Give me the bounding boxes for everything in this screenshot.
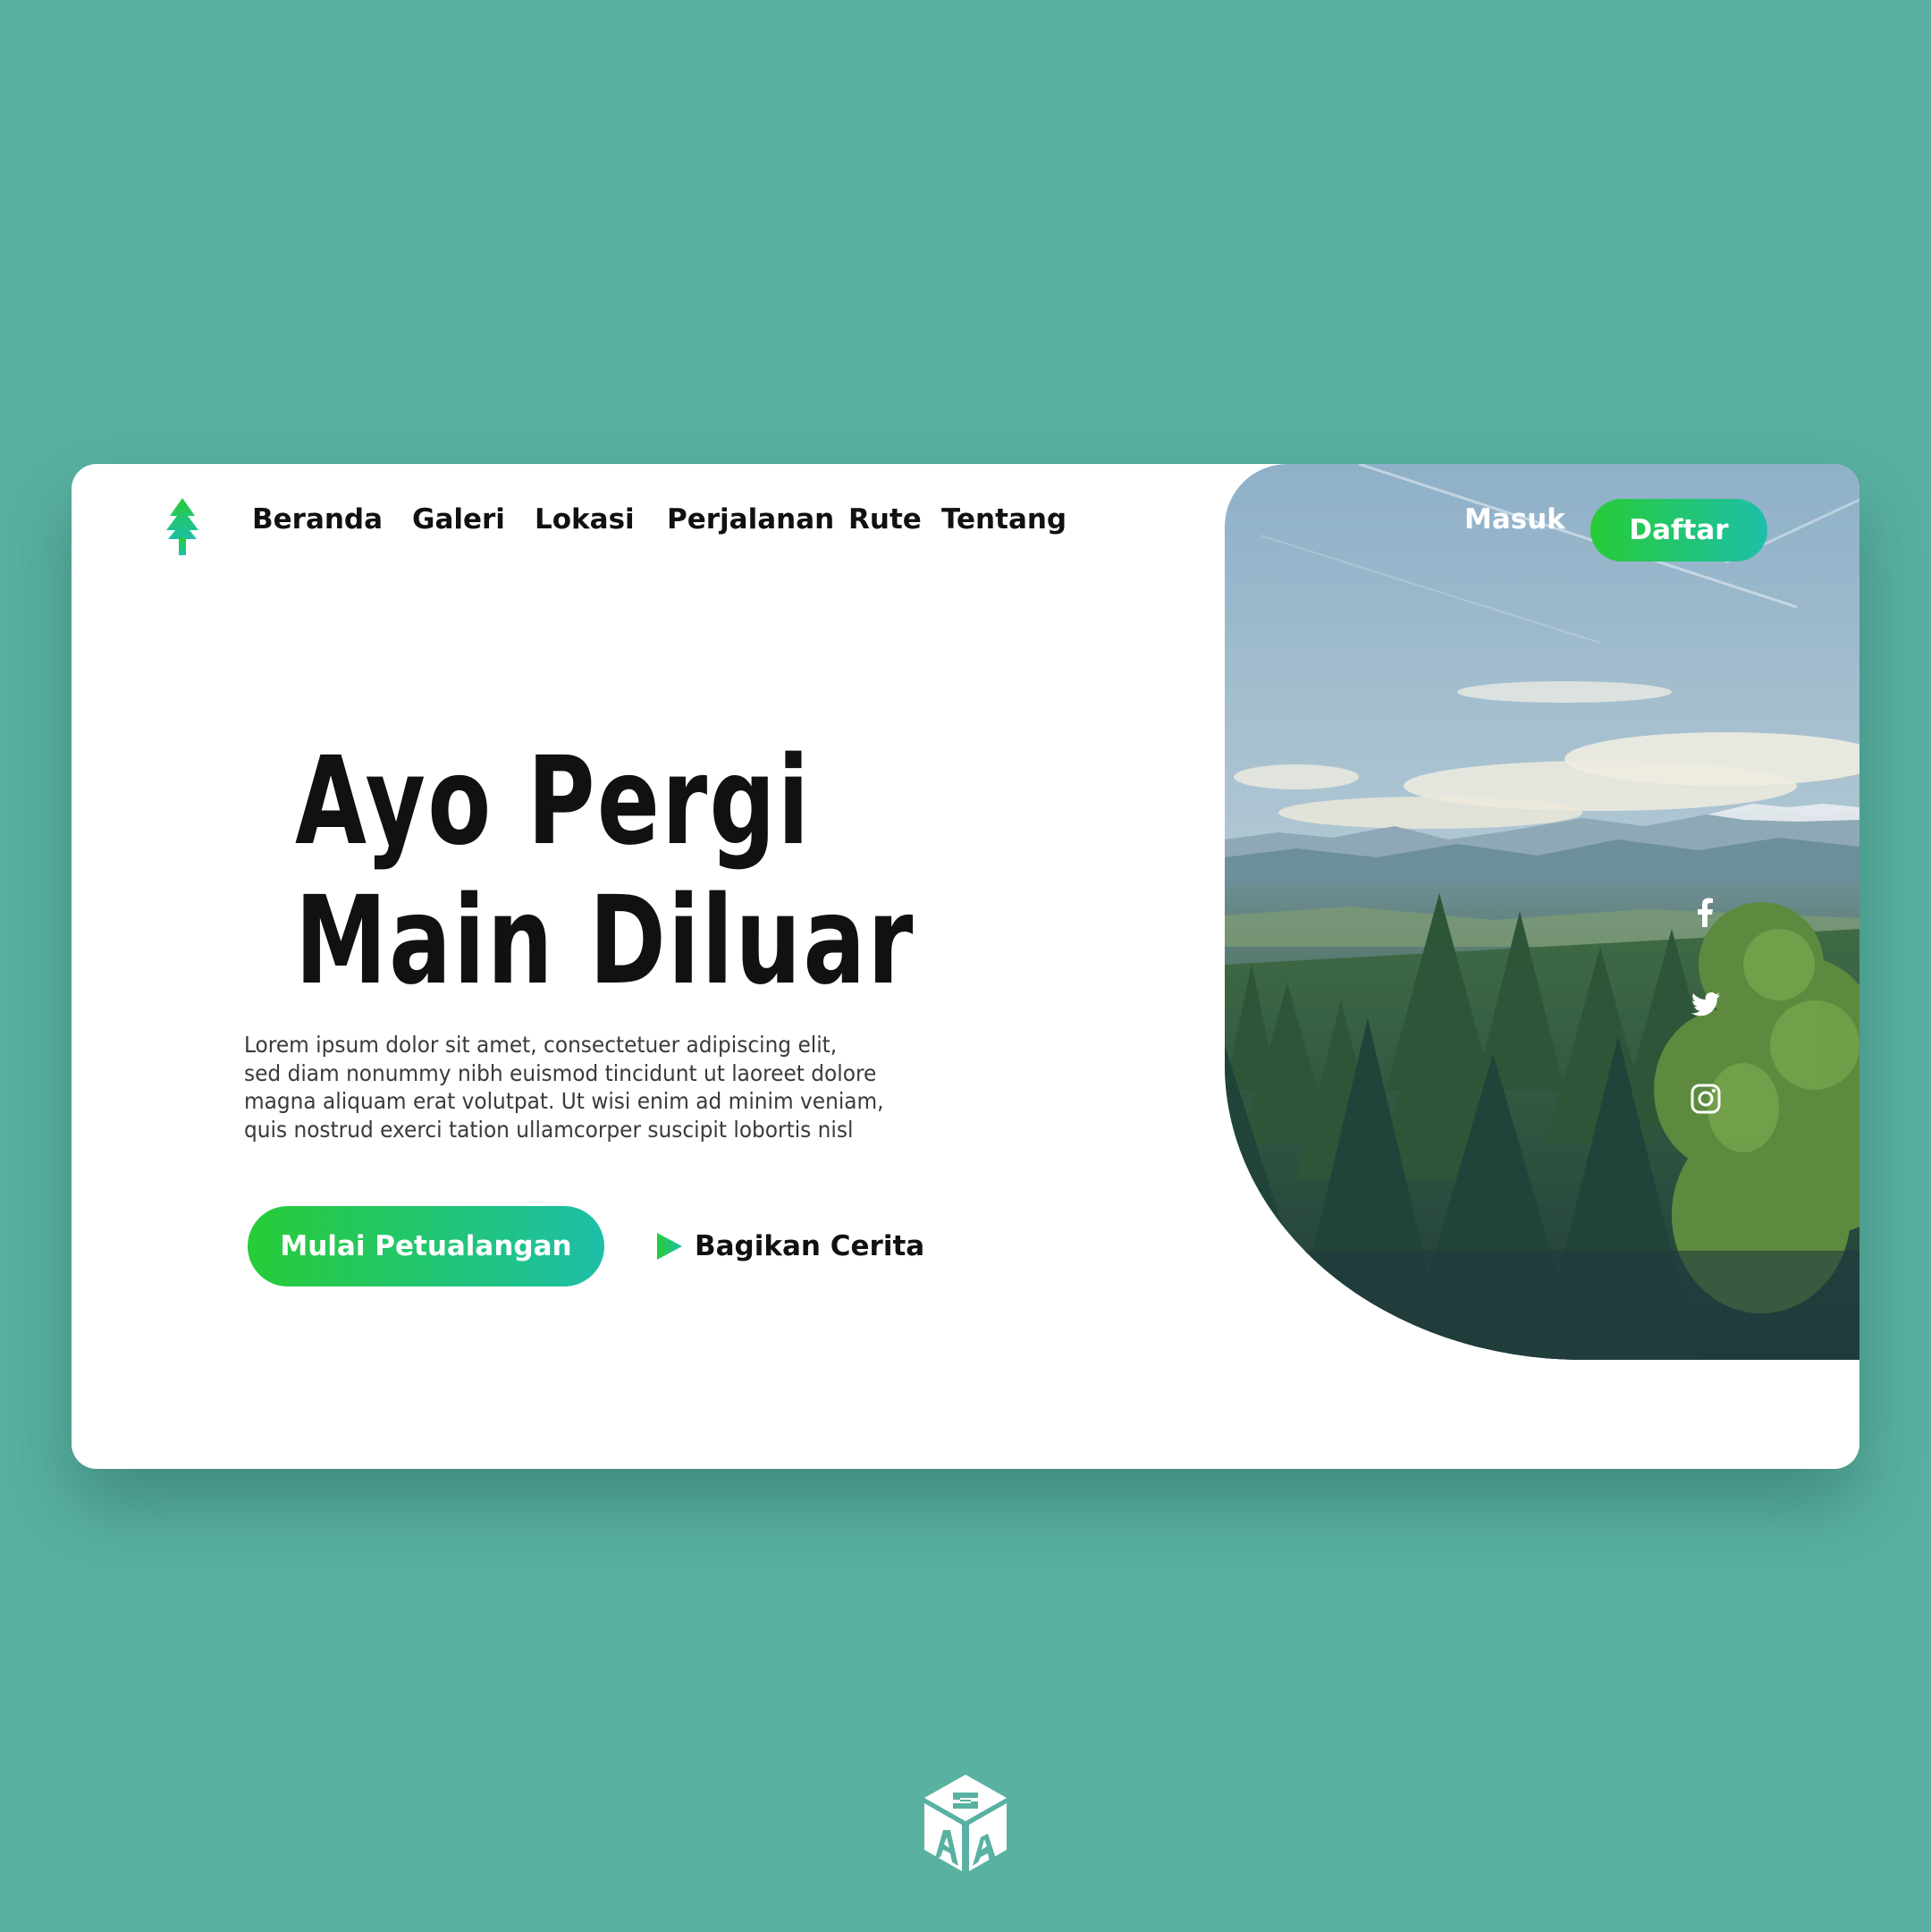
instagram-icon[interactable] bbox=[1690, 1083, 1722, 1115]
headline-line-1: Ayo Pergi bbox=[295, 731, 812, 873]
nav-item-lokasi[interactable]: Lokasi bbox=[535, 503, 635, 536]
nav-item-tentang[interactable]: Tentang bbox=[941, 503, 1067, 536]
nav-item-rute[interactable]: Rute bbox=[848, 503, 922, 536]
forest-landscape-image bbox=[1225, 464, 1859, 1360]
share-story-label: Bagikan Cerita bbox=[695, 1230, 925, 1262]
description-line: magna aliquam erat volutpat. Ut wisi eni… bbox=[244, 1088, 884, 1114]
play-icon bbox=[657, 1233, 682, 1260]
nav-item-beranda[interactable]: Beranda bbox=[252, 503, 383, 536]
hero-headline: Ayo Pergi Main Diluar bbox=[295, 732, 915, 1011]
register-button[interactable]: Daftar bbox=[1590, 499, 1767, 561]
nav-item-galeri[interactable]: Galeri bbox=[412, 503, 505, 536]
description-line: quis nostrud exerci tation ullamcorper s… bbox=[244, 1116, 854, 1143]
share-story-link[interactable]: Bagikan Cerita bbox=[654, 1228, 924, 1264]
headline-line-2: Main Diluar bbox=[295, 871, 915, 1012]
login-link[interactable]: Masuk bbox=[1464, 503, 1565, 536]
hero-image bbox=[1225, 464, 1859, 1360]
description-line: Lorem ipsum dolor sit amet, consectetuer… bbox=[244, 1032, 838, 1058]
hero-description: Lorem ipsum dolor sit amet, consectetuer… bbox=[244, 1031, 977, 1143]
twitter-icon[interactable] bbox=[1690, 989, 1722, 1021]
landing-card: Beranda Galeri Lokasi Perjalanan Rute Te… bbox=[72, 464, 1859, 1469]
facebook-icon[interactable] bbox=[1690, 897, 1722, 929]
description-line: sed diam nonummy nibh euismod tincidunt … bbox=[244, 1059, 877, 1086]
brand-logo-icon bbox=[924, 1775, 1007, 1871]
nav-item-perjalanan[interactable]: Perjalanan bbox=[667, 503, 834, 536]
start-adventure-button[interactable]: Mulai Petualangan bbox=[248, 1206, 604, 1287]
tree-logo-icon[interactable] bbox=[164, 498, 200, 555]
